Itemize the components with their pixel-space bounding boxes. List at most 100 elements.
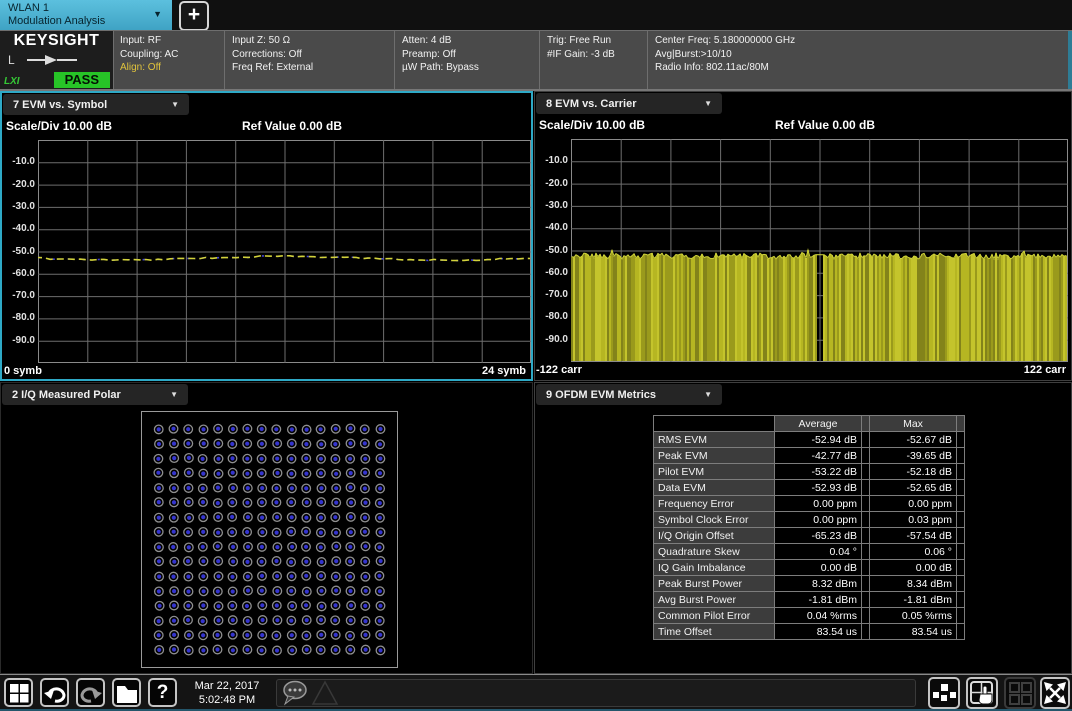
window-layout-icon [931, 681, 957, 705]
metrics-row: Quadrature Skew0.04 °0.06 ° [654, 544, 965, 560]
metrics-row: Symbol Clock Error0.00 ppm0.03 ppm [654, 512, 965, 528]
split-grid-icon [1007, 680, 1033, 706]
metrics-average-cell: 83.54 us [775, 624, 862, 640]
metrics-column-header [957, 416, 965, 432]
metrics-spacer-cell [957, 432, 965, 448]
y-axis-tick-label: -80.0 [2, 312, 35, 323]
metrics-row: Data EVM-52.93 dB-52.65 dB [654, 480, 965, 496]
panel-evm-vs-carrier[interactable]: 8 EVM vs. Carrier ▼ Scale/Div 10.00 dB R… [534, 91, 1072, 381]
metrics-spacer-cell [862, 448, 870, 464]
header-info-line: #IF Gain: -3 dB [547, 48, 640, 62]
metrics-label-cell: Frequency Error [654, 496, 775, 512]
metrics-row: IQ Gain Imbalance0.00 dB0.00 dB [654, 560, 965, 576]
metrics-max-cell: 0.00 ppm [870, 496, 957, 512]
metrics-label-cell: Peak Burst Power [654, 576, 775, 592]
panel-evm-vs-symbol[interactable]: 7 EVM vs. Symbol ▼ Scale/Div 10.00 dB Re… [0, 91, 533, 381]
chevron-down-icon: ▼ [153, 9, 162, 19]
y-axis-tick-label: -70.0 [2, 290, 35, 301]
evm-symbol-title-dropdown[interactable]: 7 EVM vs. Symbol ▼ [3, 94, 189, 115]
split-grid-button[interactable] [1004, 677, 1036, 709]
window-layout-button[interactable] [928, 677, 960, 709]
metrics-max-cell: -39.65 dB [870, 448, 957, 464]
evm-carrier-plot [571, 139, 1068, 367]
panel-iq-measured-polar[interactable]: 2 I/Q Measured Polar ▼ [0, 382, 533, 674]
metrics-spacer-cell [862, 528, 870, 544]
instrument-screen: { "window": { "tab_title_line1": "WLAN 1… [0, 0, 1072, 711]
redo-icon [79, 681, 103, 705]
evm-carrier-x-start: -122 carr [536, 364, 582, 376]
header-info-line: Preamp: Off [402, 48, 532, 62]
evm-carrier-title-dropdown[interactable]: 8 EVM vs. Carrier ▼ [536, 93, 722, 114]
metrics-spacer-cell [862, 624, 870, 640]
question-mark-icon: ? [157, 682, 169, 704]
add-tab-button[interactable]: + [179, 1, 209, 31]
file-button[interactable] [112, 678, 141, 707]
clock-time: 5:02:48 PM [182, 693, 272, 707]
evm-symbol-ref-value: Ref Value 0.00 dB [242, 119, 342, 133]
keysight-logo: KEYSIGHT [0, 32, 113, 50]
chevron-down-icon: ▼ [171, 100, 179, 109]
metrics-title-dropdown[interactable]: 9 OFDM EVM Metrics ▼ [536, 384, 722, 405]
metrics-spacer-cell [957, 496, 965, 512]
y-axis-tick-label: -20.0 [535, 178, 568, 189]
metrics-table: AverageMaxRMS EVM-52.94 dB-52.67 dBPeak … [653, 415, 965, 640]
metrics-label-cell: RMS EVM [654, 432, 775, 448]
header-info-line: Center Freq: 5.180000000 GHz [655, 34, 1061, 48]
message-bar[interactable] [276, 679, 916, 707]
y-axis-tick-label: -40.0 [2, 223, 35, 234]
y-axis-tick-label: -60.0 [535, 267, 568, 278]
header-info-column: Center Freq: 5.180000000 GHzAvg|Burst:>1… [648, 31, 1068, 89]
y-axis-tick-label: -50.0 [2, 246, 35, 257]
header-info-line: Trig: Free Run [547, 34, 640, 48]
evm-carrier-title: 8 EVM vs. Carrier [546, 98, 637, 110]
evm-symbol-scale-div: Scale/Div 10.00 dB [6, 119, 112, 133]
folder-icon [115, 682, 139, 704]
metrics-label-cell: Common Pilot Error [654, 608, 775, 624]
evm-symbol-plot [38, 140, 531, 368]
header-info-line: Input Z: 50 Ω [232, 34, 387, 48]
undo-button[interactable] [40, 678, 69, 707]
taskbar: ? Mar 22, 2017 5:02:48 PM [0, 674, 1072, 711]
help-button[interactable]: ? [148, 678, 177, 707]
metrics-spacer-cell [862, 432, 870, 448]
y-axis-tick-label: -30.0 [2, 201, 35, 212]
redo-button[interactable] [76, 678, 105, 707]
metrics-max-cell: 0.06 ° [870, 544, 957, 560]
polar-title-dropdown[interactable]: 2 I/Q Measured Polar ▼ [2, 384, 188, 405]
metrics-spacer-cell [862, 480, 870, 496]
y-axis-tick-label: -90.0 [2, 335, 35, 346]
metrics-average-cell: 0.04 ° [775, 544, 862, 560]
touch-screen-button[interactable] [966, 677, 998, 709]
windows-start-button[interactable] [4, 678, 33, 707]
metrics-row: Peak EVM-42.77 dB-39.65 dB [654, 448, 965, 464]
evm-symbol-x-end: 24 symb [482, 365, 526, 377]
clock[interactable]: Mar 22, 2017 5:02:48 PM [182, 679, 272, 707]
metrics-column-header: Max [870, 416, 957, 432]
metrics-label-cell: I/Q Origin Offset [654, 528, 775, 544]
metrics-average-cell: -52.94 dB [775, 432, 862, 448]
header-info-line: Corrections: Off [232, 48, 387, 62]
mode-tab-wlan[interactable]: WLAN 1 Modulation Analysis ▼ [0, 0, 172, 30]
header-info-line: µW Path: Bypass [402, 61, 532, 75]
metrics-average-cell: 0.00 ppm [775, 496, 862, 512]
metrics-spacer-cell [957, 448, 965, 464]
metrics-spacer-cell [957, 608, 965, 624]
touch-hand-icon [969, 680, 995, 706]
metrics-spacer-cell [862, 592, 870, 608]
metrics-header-row: AverageMax [654, 416, 965, 432]
header-info-line: Freq Ref: External [232, 61, 387, 75]
metrics-max-cell: -52.65 dB [870, 480, 957, 496]
fullscreen-button[interactable] [1040, 677, 1070, 709]
y-axis-tick-label: -70.0 [535, 289, 568, 300]
metrics-spacer-cell [957, 592, 965, 608]
panel-ofdm-evm-metrics[interactable]: 9 OFDM EVM Metrics ▼ AverageMaxRMS EVM-5… [534, 382, 1072, 674]
metrics-spacer-cell [862, 608, 870, 624]
mode-tab-title: WLAN 1 [8, 2, 164, 15]
metrics-max-cell: 0.03 ppm [870, 512, 957, 528]
evm-symbol-title: 7 EVM vs. Symbol [13, 99, 107, 111]
metrics-label-cell: Symbol Clock Error [654, 512, 775, 528]
speech-bubble-icon [281, 679, 311, 707]
metrics-label-cell: Peak EVM [654, 448, 775, 464]
metrics-label-cell: Data EVM [654, 480, 775, 496]
input-port-label: L [8, 53, 15, 67]
